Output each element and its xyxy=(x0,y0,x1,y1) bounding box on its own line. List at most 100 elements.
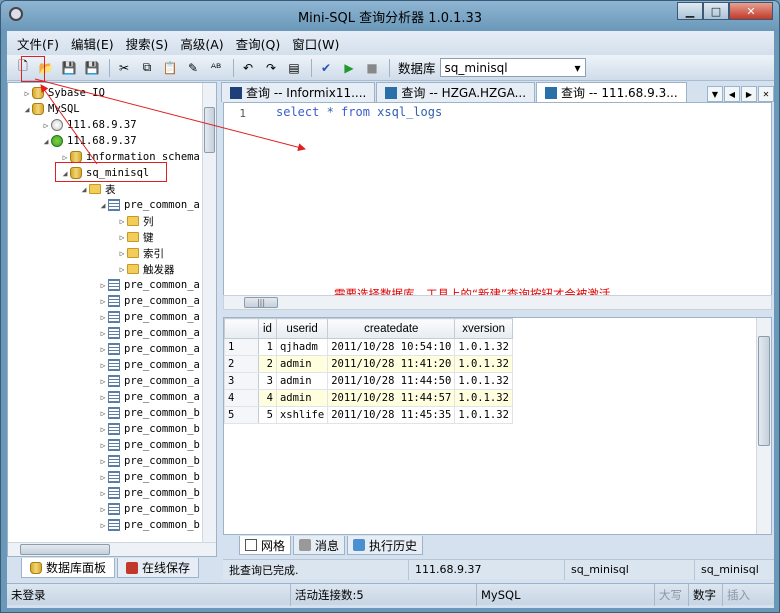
expand-arrow-icon[interactable]: ▷ xyxy=(98,425,108,434)
redo-button[interactable]: ↷ xyxy=(261,58,281,78)
tree-node[interactable]: ▷ pre_common_b xyxy=(98,437,200,453)
table-cell[interactable]: 3 xyxy=(258,372,277,390)
tab-database-panel[interactable]: 数据库面板 xyxy=(21,558,116,578)
check-syntax-button[interactable]: ✔ xyxy=(316,58,336,78)
table-cell[interactable]: 1 xyxy=(258,338,277,356)
tree-node[interactable]: ▷ pre_common_b xyxy=(98,421,200,437)
expand-arrow-icon[interactable]: ▷ xyxy=(98,409,108,418)
expand-arrow-icon[interactable]: ▷ xyxy=(98,473,108,482)
table-cell[interactable]: qjhadm xyxy=(275,338,329,356)
results-vertical-scrollbar[interactable] xyxy=(756,318,771,534)
tab-next-button[interactable]: ▶ xyxy=(741,86,757,102)
expand-arrow-icon[interactable]: ▷ xyxy=(60,153,70,162)
tree-node[interactable]: ▷ pre_common_a xyxy=(98,277,200,293)
expand-arrow-icon[interactable]: ▷ xyxy=(98,313,108,322)
tree-node[interactable]: ▷ pre_common_b xyxy=(98,517,200,533)
expand-arrow-icon[interactable]: ▷ xyxy=(98,297,108,306)
close-button[interactable]: ✕ xyxy=(729,2,773,20)
database-select[interactable]: sq_minisql ▾ xyxy=(439,58,586,77)
expand-arrow-icon[interactable]: ▷ xyxy=(117,249,127,258)
tab-online-save[interactable]: 在线保存 xyxy=(117,558,200,578)
expand-arrow-icon[interactable]: ▷ xyxy=(98,329,108,338)
expand-arrow-icon[interactable]: ▷ xyxy=(22,89,32,98)
expand-arrow-icon[interactable]: ◢ xyxy=(22,105,32,114)
save-button[interactable]: 💾 xyxy=(59,58,79,78)
tab-messages[interactable]: 消息 xyxy=(293,536,346,555)
column-header-xversion[interactable]: xversion xyxy=(454,318,513,339)
tree-horizontal-scrollbar[interactable] xyxy=(8,542,216,556)
table-cell[interactable]: 1.0.1.32 xyxy=(454,338,513,356)
menu-window[interactable]: 窗口(W) xyxy=(292,34,339,53)
scroll-thumb[interactable] xyxy=(204,107,215,153)
eraser-button[interactable]: ✎ xyxy=(183,58,203,78)
undo-button[interactable]: ↶ xyxy=(238,58,258,78)
expand-arrow-icon[interactable]: ◢ xyxy=(98,201,108,210)
table-cell[interactable]: 2011/10/28 11:44:50 xyxy=(327,372,456,390)
tree-node[interactable]: ▷ Sybase IQ xyxy=(22,85,105,101)
tree-node[interactable]: ◢ pre_common_a xyxy=(98,197,200,213)
table-cell[interactable]: 2011/10/28 11:45:35 xyxy=(327,406,456,424)
expand-arrow-icon[interactable]: ▷ xyxy=(98,521,108,530)
table-cell[interactable]: 2011/10/28 11:44:57 xyxy=(327,389,456,407)
row-number[interactable]: 4 xyxy=(224,389,259,407)
table-cell[interactable]: admin xyxy=(275,355,329,373)
tab-prev-button[interactable]: ◀ xyxy=(724,86,740,102)
tree-node[interactable]: ▷ pre_common_b xyxy=(98,453,200,469)
stop-button[interactable]: ■ xyxy=(362,58,382,78)
row-number[interactable]: 1 xyxy=(224,338,259,356)
expand-arrow-icon[interactable]: ◢ xyxy=(79,185,89,194)
expand-arrow-icon[interactable]: ▷ xyxy=(117,217,127,226)
expand-arrow-icon[interactable]: ▷ xyxy=(98,361,108,370)
expand-arrow-icon[interactable]: ▷ xyxy=(98,441,108,450)
tree-node[interactable]: ▷ 列 xyxy=(117,213,154,229)
table-cell[interactable]: 2 xyxy=(258,355,277,373)
sql-editor[interactable]: 1 select * from xsql_logs 需要选择数据库，工具上的“新… xyxy=(223,102,772,301)
scroll-thumb[interactable] xyxy=(758,336,770,446)
expand-arrow-icon[interactable]: ▷ xyxy=(98,393,108,402)
expand-arrow-icon[interactable]: ◢ xyxy=(41,137,51,146)
menu-advanced[interactable]: 高级(A) xyxy=(180,34,223,53)
menu-query[interactable]: 查询(Q) xyxy=(236,34,281,53)
scroll-thumb[interactable]: ||| xyxy=(244,297,278,308)
expand-arrow-icon[interactable]: ▷ xyxy=(41,121,51,130)
tab-query-informix[interactable]: 查询 -- Informix11.... xyxy=(221,82,376,102)
row-number[interactable]: 2 xyxy=(224,355,259,373)
tree-node[interactable]: ▷ pre_common_b xyxy=(98,485,200,501)
tree-node[interactable]: ▷ pre_common_a xyxy=(98,293,200,309)
tab-query-hzga[interactable]: 查询 -- HZGA.HZGA... xyxy=(376,82,536,102)
table-cell[interactable]: 2011/10/28 10:54:10 xyxy=(327,338,456,356)
table-cell[interactable]: admin xyxy=(275,372,329,390)
tree-node[interactable]: ▷ 触发器 xyxy=(117,261,175,277)
maximize-button[interactable]: □ xyxy=(703,2,729,20)
column-header-userid[interactable]: userid xyxy=(275,318,329,339)
tree-node[interactable]: ◢ MySQL xyxy=(22,101,80,117)
table-cell[interactable]: 1.0.1.32 xyxy=(454,355,513,373)
table-row[interactable]: 5 5 xshlife 2011/10/28 11:45:35 1.0.1.32 xyxy=(224,406,513,424)
tree-vertical-scrollbar[interactable] xyxy=(202,83,216,543)
menu-file[interactable]: 文件(F) xyxy=(17,34,59,53)
copy-button[interactable]: ⧉ xyxy=(137,58,157,78)
table-cell[interactable]: 5 xyxy=(258,406,277,424)
table-row[interactable]: 1 1 qjhadm 2011/10/28 10:54:10 1.0.1.32 xyxy=(224,338,513,356)
tab-close-button[interactable]: ✕ xyxy=(758,86,774,102)
table-cell[interactable]: 1.0.1.32 xyxy=(454,372,513,390)
expand-arrow-icon[interactable]: ▷ xyxy=(98,345,108,354)
table-cell[interactable]: 1.0.1.32 xyxy=(454,389,513,407)
expand-arrow-icon[interactable]: ▷ xyxy=(98,281,108,290)
tree-node[interactable]: ▷ 索引 xyxy=(117,245,164,261)
tree-node[interactable]: ▷ pre_common_a xyxy=(98,309,200,325)
tab-list-button[interactable]: ▼ xyxy=(707,86,723,102)
window-button[interactable]: ▤ xyxy=(284,58,304,78)
row-number[interactable]: 3 xyxy=(224,372,259,390)
cut-button[interactable]: ✂ xyxy=(114,58,134,78)
tab-query-mysql[interactable]: 查询 -- 111.68.9.3... xyxy=(536,82,687,102)
table-cell[interactable]: 2011/10/28 11:41:20 xyxy=(327,355,456,373)
spellcheck-button[interactable]: ᴬᴮ xyxy=(206,58,226,78)
expand-arrow-icon[interactable]: ▷ xyxy=(98,505,108,514)
expand-arrow-icon[interactable]: ▷ xyxy=(98,377,108,386)
menu-search[interactable]: 搜索(S) xyxy=(126,34,169,53)
tree-node[interactable]: ◢ 表 xyxy=(79,181,116,197)
run-button[interactable]: ▶ xyxy=(339,58,359,78)
minimize-button[interactable]: ▁ xyxy=(677,2,703,20)
table-cell[interactable]: 4 xyxy=(258,389,277,407)
